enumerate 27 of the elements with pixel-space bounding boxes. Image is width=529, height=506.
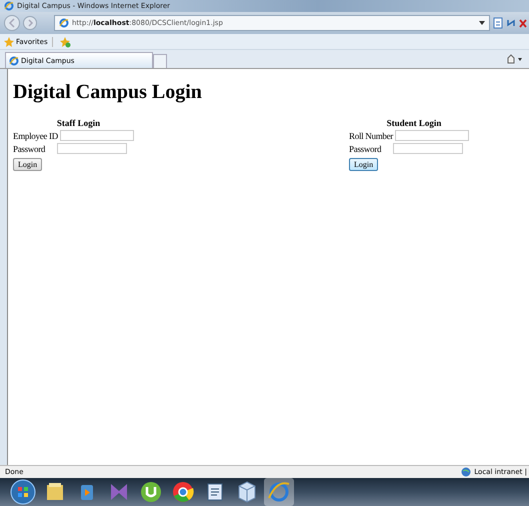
page-heading: Digital Campus Login [13, 81, 203, 104]
browser-icon [4, 1, 14, 11]
text-field[interactable] [60, 130, 134, 141]
start-button-icon[interactable] [9, 478, 37, 506]
password-field[interactable] [57, 143, 127, 154]
page-icon [9, 56, 19, 66]
forward-button[interactable] [23, 16, 37, 30]
home-icon[interactable] [507, 54, 523, 64]
new-tab-button[interactable] [153, 54, 167, 68]
page-icon [59, 18, 69, 28]
star-icon [4, 36, 14, 46]
compatibility-icon[interactable] [493, 17, 503, 29]
form-title: Staff Login [56, 118, 100, 128]
login-button[interactable]: Login [13, 158, 42, 171]
field-label: Password [13, 144, 46, 154]
field-label: Roll Number [349, 130, 393, 140]
login-button[interactable]: Login [349, 158, 378, 171]
globe-icon [461, 467, 472, 477]
add-favorite-icon[interactable] [58, 36, 71, 48]
dropdown-arrow-icon[interactable] [479, 21, 485, 25]
password-field[interactable] [393, 143, 464, 154]
field-label: Password [349, 144, 382, 154]
form-title: Student Login [386, 118, 442, 128]
text-field[interactable] [395, 130, 469, 141]
close-icon[interactable] [519, 18, 527, 28]
field-label: Employee ID [13, 130, 58, 140]
back-button[interactable] [4, 15, 20, 31]
